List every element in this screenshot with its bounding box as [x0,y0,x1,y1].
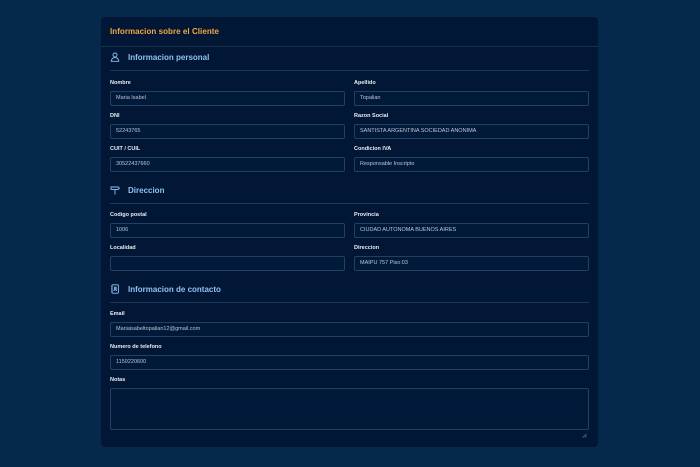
condicion-iva-label: Condicion IVA [354,146,392,152]
dni-input[interactable]: 52243765 [110,124,345,139]
field-nombre: Nombre Maria Isabel [110,79,345,106]
field-dni: DNI 52243765 [110,112,345,139]
field-condicion-iva: Condicion IVA Responsable Inscripto [354,145,589,172]
field-localidad: Localidad [110,244,345,271]
section-personal: Informacion personal [110,48,589,71]
notas-textarea[interactable] [110,388,589,430]
card-title: Informacion sobre el Cliente [110,27,219,36]
section-title-direccion: Direccion [128,185,165,195]
razon-social-label: Razon Social [354,113,389,119]
telefono-input[interactable]: 1159220600 [110,355,589,370]
dni-label: DNI [110,113,120,119]
direccion-input[interactable]: MAIPU 757 Piso:03 [354,256,589,271]
cuit-label: CUIT / CUIL [110,146,141,152]
condicion-iva-select[interactable]: Responsable Inscripto [354,157,589,172]
nombre-input[interactable]: Maria Isabel [110,91,345,106]
section-title-personal: Informacion personal [128,52,210,62]
client-info-card: Informacion sobre el Cliente Informacion… [101,17,598,447]
localidad-input[interactable] [110,256,345,271]
cuit-input[interactable]: 30522437660 [110,157,345,172]
section-header-direccion: Direccion [110,181,589,204]
field-provincia: Provincia CIUDAD AUTONOMA BUENOS AIRES [354,211,589,238]
localidad-label: Localidad [110,245,136,251]
resize-grip-icon[interactable] [582,425,587,438]
section-header-personal: Informacion personal [110,48,589,71]
email-input[interactable]: Mariaisabeltopalian12@gmail.com [110,322,589,337]
user-icon [110,52,120,62]
field-email: Email Mariaisabeltopalian12@gmail.com [110,310,589,337]
section-header-contacto: Informacion de contacto [110,280,589,303]
field-codigo-postal: Codigo postal 1006 [110,211,345,238]
phone-book-icon [110,284,120,294]
card-header: Informacion sobre el Cliente [101,17,598,47]
apellido-input[interactable]: Topalian [354,91,589,106]
nombre-label: Nombre [110,80,131,86]
codigo-postal-input[interactable]: 1006 [110,223,345,238]
notas-label: Notas [110,377,126,383]
field-notas: Notas [110,376,589,430]
section-direccion: Direccion [110,181,589,204]
codigo-postal-label: Codigo postal [110,212,147,218]
field-cuit: CUIT / CUIL 30522437660 [110,145,345,172]
signpost-icon [110,185,120,195]
razon-social-input[interactable]: SANTISTA ARGENTINA SOCIEDAD ANONIMA [354,124,589,139]
provincia-input[interactable]: CIUDAD AUTONOMA BUENOS AIRES [354,223,589,238]
field-razon-social: Razon Social SANTISTA ARGENTINA SOCIEDAD… [354,112,589,139]
apellido-label: Apellido [354,80,376,86]
provincia-label: Provincia [354,212,379,218]
direccion-label: Direccion [354,245,380,251]
telefono-label: Numero de telefono [110,344,162,350]
email-label: Email [110,311,125,317]
section-contacto: Informacion de contacto [110,280,589,303]
field-direccion: Direccion MAIPU 757 Piso:03 [354,244,589,271]
section-title-contacto: Informacion de contacto [128,284,221,294]
field-apellido: Apellido Topalian [354,79,589,106]
field-telefono: Numero de telefono 1159220600 [110,343,589,370]
